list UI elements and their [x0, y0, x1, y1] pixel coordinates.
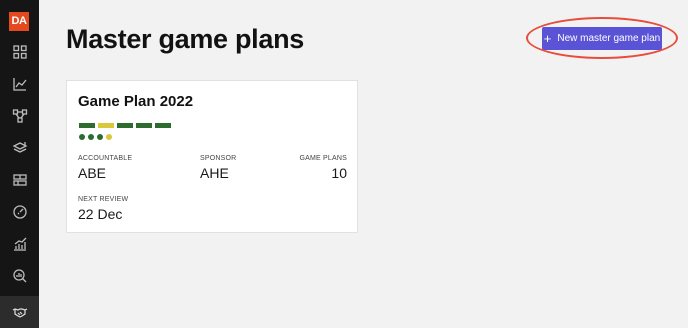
sidebar-item-layers[interactable]	[0, 132, 39, 164]
status-bars	[79, 123, 171, 128]
table-icon	[12, 174, 27, 186]
status-bar	[136, 123, 152, 128]
sidebar-item-table[interactable]	[0, 164, 39, 196]
bar-trend-icon	[13, 237, 26, 251]
search-chart-icon	[12, 269, 26, 283]
sponsor-value: AHE	[200, 165, 229, 181]
logo[interactable]: DA	[9, 12, 29, 31]
sidebar-item-analytics[interactable]	[0, 68, 39, 100]
sidebar-item-network[interactable]	[0, 100, 39, 132]
next-review-label: NEXT REVIEW	[78, 196, 129, 203]
status-bar	[98, 123, 114, 128]
game-plan-card[interactable]: Game Plan 2022 ACCOUNTABLE ABE SPONSOR A…	[66, 80, 358, 233]
grid-icon	[12, 45, 27, 59]
sidebar-item-trend[interactable]	[0, 228, 39, 260]
sidebar: DA	[0, 0, 39, 328]
accountable-label: ACCOUNTABLE	[78, 155, 133, 162]
layers-icon	[12, 142, 27, 153]
status-dot	[97, 134, 103, 140]
handshake-icon	[12, 308, 27, 318]
game-plans-count: 10	[331, 165, 347, 181]
status-dot	[106, 134, 112, 140]
status-bar	[79, 123, 95, 128]
sponsor-label: SPONSOR	[200, 155, 237, 162]
page-title: Master game plans	[66, 24, 304, 54]
sidebar-item-grid[interactable]	[0, 36, 39, 68]
new-master-game-plan-button[interactable]: + New master game plan	[542, 27, 662, 50]
status-dots	[79, 134, 112, 140]
status-bar	[117, 123, 133, 128]
new-master-game-plan-label: New master game plan	[557, 33, 661, 44]
status-dot	[88, 134, 94, 140]
game-plans-label: GAME PLANS	[299, 155, 347, 162]
card-title: Game Plan 2022	[78, 93, 194, 110]
plus-icon: +	[543, 30, 552, 46]
gauge-icon	[12, 205, 27, 219]
sidebar-item-handshake[interactable]	[0, 296, 39, 328]
network-icon	[12, 109, 27, 123]
line-chart-icon	[12, 78, 27, 91]
status-bar	[155, 123, 171, 128]
sidebar-item-search-chart[interactable]	[0, 260, 39, 292]
next-review-value: 22 Dec	[78, 206, 123, 222]
sidebar-item-gauge[interactable]	[0, 196, 39, 228]
accountable-value: ABE	[78, 165, 107, 181]
status-dot	[79, 134, 85, 140]
